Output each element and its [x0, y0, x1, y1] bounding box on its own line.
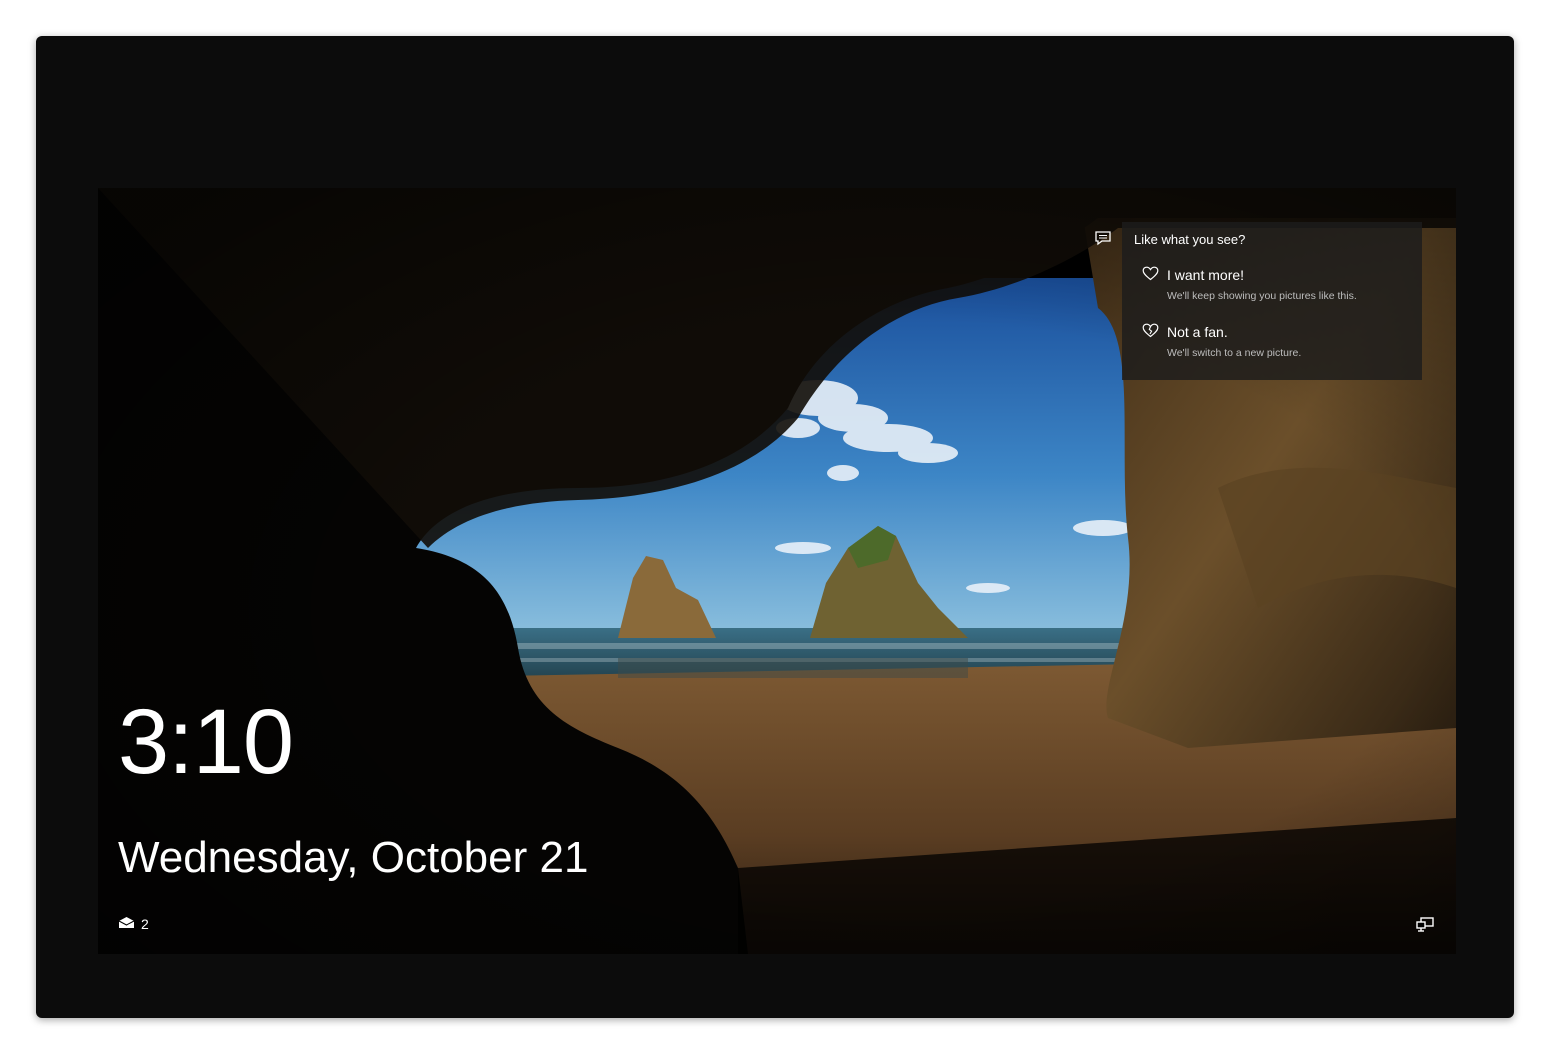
option-label: I want more! [1167, 267, 1245, 283]
broken-heart-icon [1142, 323, 1159, 341]
heart-icon [1142, 266, 1159, 284]
spotlight-panel: Like what you see? I want more! We'll ke… [1122, 222, 1422, 380]
lock-time: 3:10 [118, 691, 294, 793]
option-not-a-fan[interactable]: Not a fan. We'll switch to a new picture… [1142, 323, 1412, 359]
option-label: Not a fan. [1167, 324, 1228, 340]
lock-screen[interactable]: Like what you see? I want more! We'll ke… [98, 188, 1456, 954]
option-want-more[interactable]: I want more! We'll keep showing you pict… [1142, 266, 1412, 302]
device-frame: Like what you see? I want more! We'll ke… [36, 36, 1514, 1018]
option-description: We'll keep showing you pictures like thi… [1167, 290, 1357, 302]
mail-icon [118, 916, 135, 932]
option-description: We'll switch to a new picture. [1167, 347, 1302, 359]
mail-count: 2 [141, 916, 149, 932]
spotlight-title: Like what you see? [1134, 232, 1246, 247]
mail-badge: 2 [118, 916, 149, 932]
feedback-icon[interactable] [1094, 230, 1112, 250]
network-icon[interactable] [1416, 916, 1434, 936]
lock-date: Wednesday, October 21 [118, 833, 589, 882]
